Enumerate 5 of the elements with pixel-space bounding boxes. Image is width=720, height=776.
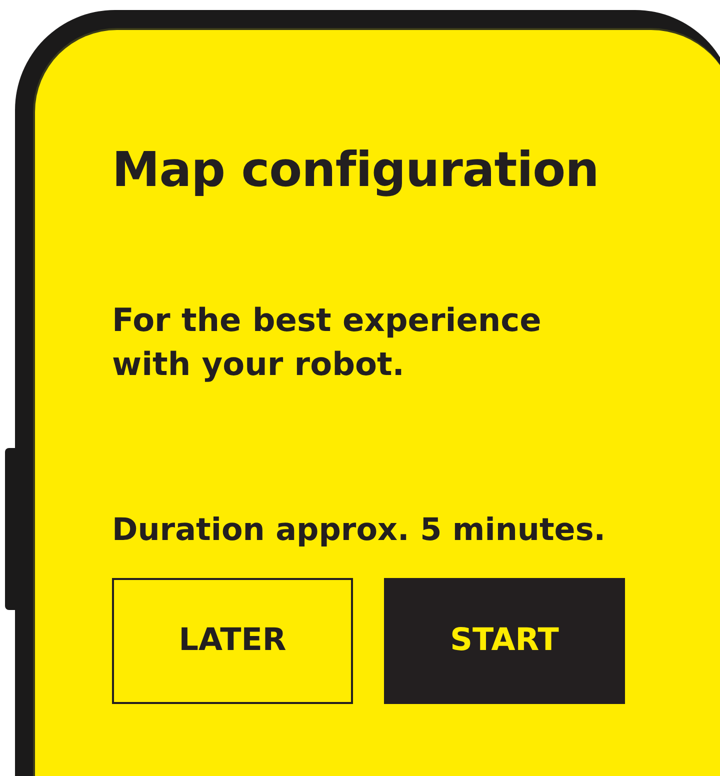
- screen-title: Map configuration: [112, 142, 600, 200]
- start-button[interactable]: START: [384, 578, 625, 704]
- description-text: For the best experience with your robot.: [112, 300, 542, 386]
- later-button[interactable]: LATER: [112, 578, 353, 704]
- duration-text: Duration approx. 5 minutes.: [112, 511, 607, 550]
